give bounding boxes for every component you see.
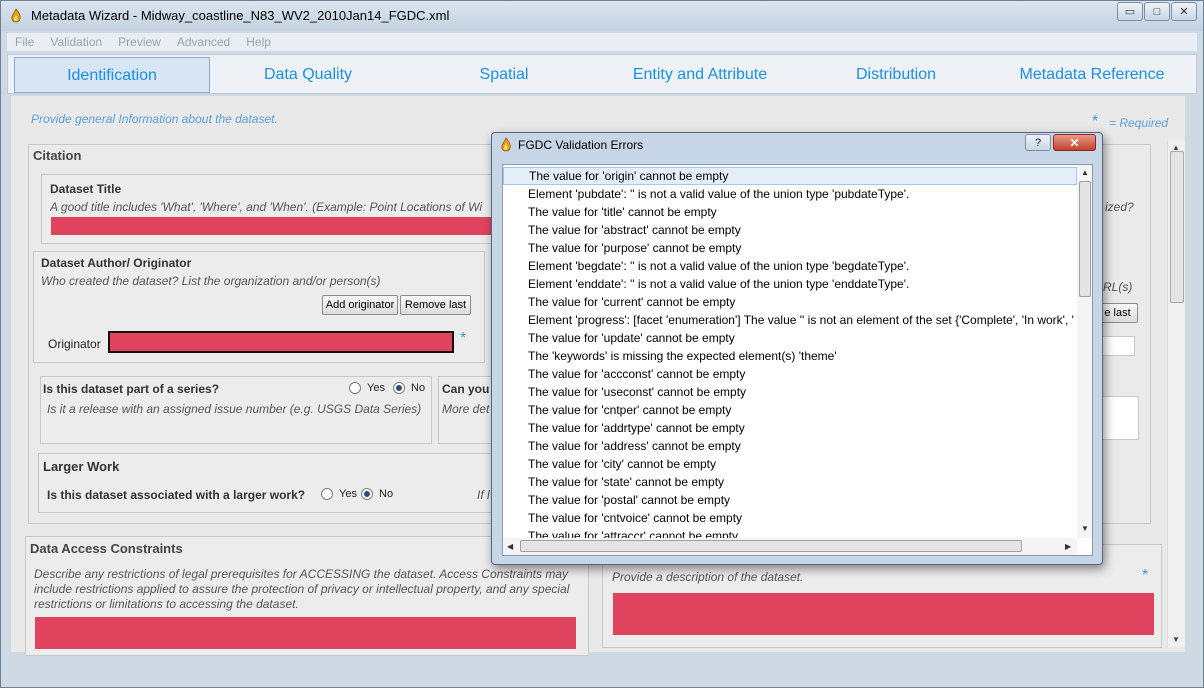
- list-vertical-thumb[interactable]: [1079, 181, 1091, 297]
- dialog-flame-icon: [501, 137, 511, 152]
- author-label: Dataset Author/ Originator: [41, 256, 192, 270]
- list-horizontal-thumb[interactable]: [520, 540, 1022, 552]
- list-scroll-down-icon[interactable]: ▼: [1081, 524, 1089, 533]
- caption-buttons: ▭ □ ✕: [1117, 2, 1197, 21]
- description-input[interactable]: [613, 593, 1154, 635]
- dataset-title-hint: A good title includes 'What', 'Where', a…: [50, 200, 483, 214]
- list-scroll-left-icon[interactable]: ◀: [507, 542, 513, 551]
- more-details-hint: More det: [442, 402, 490, 416]
- main-window: Metadata Wizard - Midway_coastline_N83_W…: [0, 0, 1204, 688]
- scroll-thumb[interactable]: [1170, 151, 1184, 303]
- menu-advanced[interactable]: Advanced: [169, 33, 238, 51]
- larger-work-yes-radio[interactable]: [321, 488, 333, 500]
- error-item[interactable]: Element 'progress': [facet 'enumeration'…: [503, 311, 1077, 329]
- error-item[interactable]: Element 'pubdate': '' is not a valid val…: [503, 185, 1077, 203]
- errors-list: The value for 'origin' cannot be empty E…: [503, 167, 1077, 545]
- error-item[interactable]: The 'keywords' is missing the expected e…: [503, 347, 1077, 365]
- title-bar: Metadata Wizard - Midway_coastline_N83_W…: [1, 1, 1203, 31]
- error-item[interactable]: The value for 'state' cannot be empty: [503, 473, 1077, 491]
- close-window-button[interactable]: ✕: [1171, 2, 1197, 21]
- dataset-title-input[interactable]: [51, 217, 491, 235]
- menu-validation[interactable]: Validation: [42, 33, 110, 51]
- larger-work-if-hint: If l: [477, 488, 490, 502]
- series-no-radio[interactable]: [393, 382, 405, 394]
- error-item[interactable]: The value for 'useconst' cannot be empty: [503, 383, 1077, 401]
- series-yes-radio[interactable]: [349, 382, 361, 394]
- required-star: *: [1092, 113, 1099, 130]
- error-item[interactable]: The value for 'cntper' cannot be empty: [503, 401, 1077, 419]
- error-item[interactable]: The value for 'addrtype' cannot be empty: [503, 419, 1077, 437]
- menu-preview[interactable]: Preview: [110, 33, 169, 51]
- larger-work-yes-label: Yes: [339, 488, 357, 500]
- right-text-field[interactable]: [1101, 336, 1135, 356]
- window-title: Metadata Wizard - Midway_coastline_N83_W…: [31, 8, 450, 23]
- access-constraints-hint: Describe any restrictions of legal prere…: [34, 567, 570, 611]
- add-originator-button[interactable]: Add originator: [322, 295, 398, 315]
- error-item[interactable]: The value for 'origin' cannot be empty: [503, 167, 1077, 185]
- required-legend: = Required: [1109, 116, 1169, 130]
- series-no-label: No: [411, 382, 426, 394]
- error-item[interactable]: The value for 'abstract' cannot be empty: [503, 221, 1077, 239]
- author-hint: Who created the dataset? List the organi…: [41, 274, 381, 288]
- larger-work-question: Is this dataset associated with a larger…: [47, 488, 306, 502]
- series-question: Is this dataset part of a series?: [43, 382, 220, 396]
- larger-work-no-radio[interactable]: [361, 488, 373, 500]
- originator-label: Originator: [48, 337, 101, 351]
- tab-spatial[interactable]: Spatial: [406, 57, 602, 93]
- error-item[interactable]: The value for 'city' cannot be empty: [503, 455, 1077, 473]
- error-item[interactable]: The value for 'postal' cannot be empty: [503, 491, 1077, 509]
- error-item[interactable]: The value for 'accconst' cannot be empty: [503, 365, 1077, 383]
- error-item[interactable]: The value for 'purpose' cannot be empty: [503, 239, 1077, 257]
- error-item[interactable]: The value for 'current' cannot be empty: [503, 293, 1077, 311]
- error-item[interactable]: The value for 'cntvoice' cannot be empty: [503, 509, 1077, 527]
- tab-entity-attribute[interactable]: Entity and Attribute: [602, 57, 798, 93]
- larger-work-no-label: No: [379, 488, 394, 500]
- error-item[interactable]: The value for 'address' cannot be empty: [503, 437, 1077, 455]
- scroll-down-arrow-icon[interactable]: ▼: [1172, 635, 1180, 644]
- dialog-help-button[interactable]: ?: [1025, 134, 1051, 151]
- series-yes-label: Yes: [367, 382, 385, 394]
- remove-last-originator-button[interactable]: Remove last: [400, 295, 471, 315]
- originator-input[interactable]: [108, 331, 454, 353]
- intro-text: Provide general Information about the da…: [31, 112, 278, 126]
- right-partial-hint-2: RL(s): [1103, 280, 1133, 294]
- list-scroll-right-icon[interactable]: ▶: [1065, 542, 1071, 551]
- access-constraints-title: Data Access Constraints: [30, 541, 183, 556]
- menu-file[interactable]: File: [7, 33, 42, 51]
- right-partial-hint-1: ized?: [1105, 200, 1134, 214]
- right-remove-last-button[interactable]: e last: [1097, 303, 1138, 323]
- originator-required-star: *: [460, 330, 467, 347]
- error-item[interactable]: Element 'begdate': '' is not a valid val…: [503, 257, 1077, 275]
- section-tabs: Identification Data Quality Spatial Enti…: [7, 54, 1197, 94]
- errors-horizontal-scrollbar[interactable]: ◀ ▶: [503, 538, 1077, 555]
- error-item[interactable]: The value for 'title' cannot be empty: [503, 203, 1077, 221]
- app-flame-icon: [11, 8, 21, 23]
- tab-distribution[interactable]: Distribution: [798, 57, 994, 93]
- description-required-star: *: [1142, 567, 1149, 584]
- form-scrollbar[interactable]: ▲ ▼: [1167, 141, 1185, 647]
- menu-help[interactable]: Help: [238, 33, 279, 51]
- maximize-button[interactable]: □: [1144, 2, 1170, 21]
- right-text-area[interactable]: [1101, 396, 1139, 440]
- description-hint: Provide a description of the dataset.: [612, 570, 804, 584]
- tab-identification[interactable]: Identification: [14, 57, 210, 93]
- menu-bar: File Validation Preview Advanced Help: [7, 33, 1197, 51]
- larger-work-title: Larger Work: [43, 459, 120, 474]
- error-item[interactable]: The value for 'update' cannot be empty: [503, 329, 1077, 347]
- tab-data-quality[interactable]: Data Quality: [210, 57, 406, 93]
- dialog-close-button[interactable]: ✕: [1053, 134, 1096, 151]
- tab-metadata-reference[interactable]: Metadata Reference: [994, 57, 1190, 93]
- dataset-title-label: Dataset Title: [50, 182, 122, 196]
- can-you-label: Can you: [442, 382, 490, 396]
- minimize-button[interactable]: ▭: [1117, 2, 1143, 21]
- errors-listbox[interactable]: The value for 'origin' cannot be empty E…: [502, 164, 1093, 556]
- access-constraints-input[interactable]: [35, 617, 576, 649]
- validation-errors-dialog: FGDC Validation Errors ? ✕ The value for…: [491, 132, 1103, 565]
- error-item[interactable]: Element 'enddate': '' is not a valid val…: [503, 275, 1077, 293]
- citation-title: Citation: [33, 148, 82, 163]
- series-hint: Is it a release with an assigned issue n…: [47, 402, 422, 416]
- errors-vertical-scrollbar[interactable]: ▲ ▼: [1077, 165, 1092, 538]
- list-scroll-up-icon[interactable]: ▲: [1081, 168, 1089, 177]
- dialog-title: FGDC Validation Errors: [518, 138, 644, 152]
